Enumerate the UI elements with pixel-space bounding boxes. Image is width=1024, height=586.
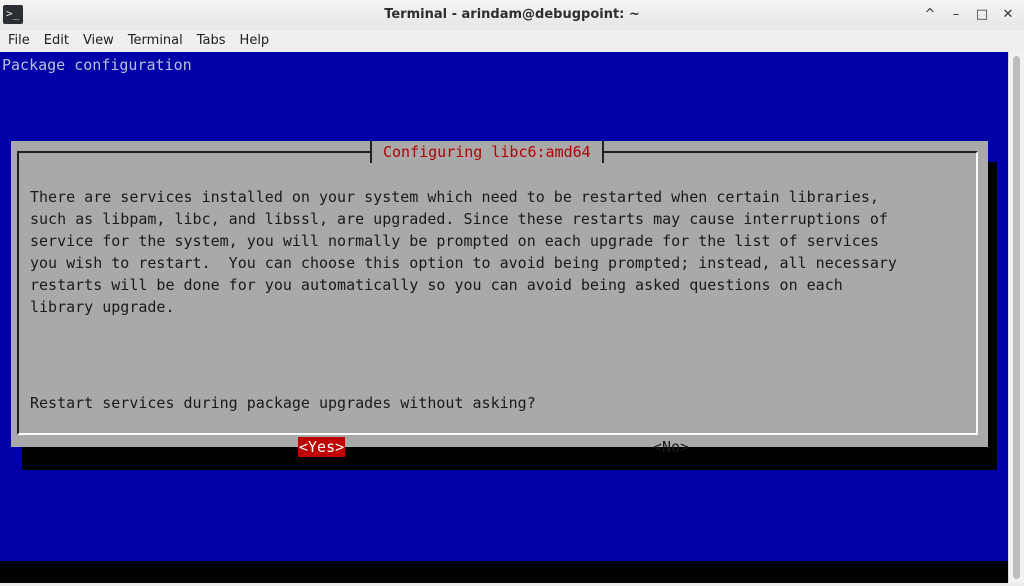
vertical-scrollbar[interactable] — [1008, 52, 1024, 583]
dialog-title: Configuring libc6:amd64 — [370, 141, 604, 163]
body-line: service for the system, you will normall… — [30, 232, 879, 250]
menubar: File Edit View Terminal Tabs Help — [0, 30, 1024, 53]
body-line: There are services installed on your sys… — [30, 188, 879, 206]
scrollbar-thumb[interactable] — [1013, 56, 1020, 579]
menu-tabs[interactable]: Tabs — [190, 30, 233, 52]
terminal-bottom-strip — [0, 561, 1008, 583]
menu-file[interactable]: File — [0, 30, 37, 52]
body-line: such as libpam, libc, and libssl, are up… — [30, 210, 888, 228]
body-line: library upgrade. — [30, 298, 175, 316]
window-titlebar[interactable]: >_ Terminal - arindam@debugpoint: ~ ^ – … — [0, 0, 1024, 31]
close-icon[interactable]: ✕ — [998, 4, 1018, 26]
dialog-question: Restart services during package upgrades… — [30, 394, 536, 412]
yes-button[interactable]: <Yes> — [298, 437, 346, 457]
menu-edit[interactable]: Edit — [37, 30, 76, 52]
body-line: restarts will be done for you automatica… — [30, 276, 843, 294]
body-line: you wish to restart. You can choose this… — [30, 254, 897, 272]
menu-help[interactable]: Help — [233, 30, 277, 52]
maximize-up-icon[interactable]: ^ — [920, 4, 940, 26]
menu-view[interactable]: View — [76, 30, 121, 52]
minimize-icon[interactable]: – — [946, 4, 966, 26]
menu-terminal[interactable]: Terminal — [121, 30, 190, 52]
terminal-area[interactable]: Package configuration Configuring libc6:… — [0, 52, 1008, 583]
backtitle: Package configuration — [2, 56, 192, 74]
no-button[interactable]: <No> — [653, 437, 689, 457]
window-controls: ^ – □ ✕ — [920, 4, 1018, 26]
dialog-body: There are services installed on your sys… — [30, 186, 897, 318]
config-dialog: Configuring libc6:amd64 There are servic… — [11, 141, 988, 457]
restore-icon[interactable]: □ — [972, 4, 992, 26]
window-title: Terminal - arindam@debugpoint: ~ — [384, 7, 640, 22]
